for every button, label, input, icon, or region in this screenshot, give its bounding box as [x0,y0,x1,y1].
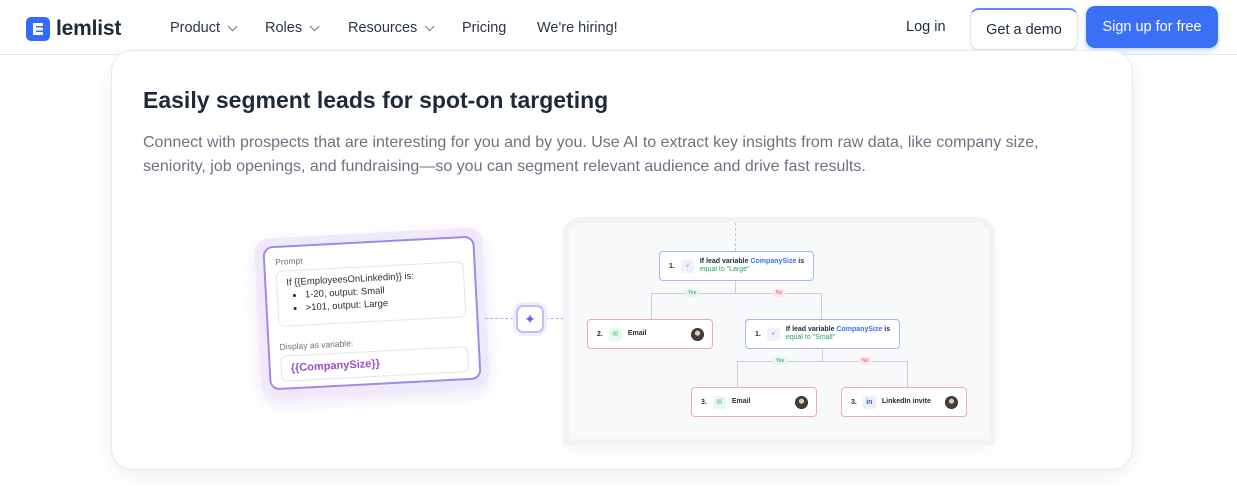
sparkle-icon: ✦ [516,305,544,333]
nav-item-label: Product [170,20,220,36]
get-demo-button[interactable]: Get a demo [970,8,1078,50]
node-text: If lead variable CompanySize is equal to … [699,258,805,273]
prompt-textarea[interactable]: If {{EmployeesOnLinkedin}} is: 1-20, out… [275,261,467,327]
flow-connector [907,361,908,387]
chevron-down-icon [227,20,238,31]
flow-connector [821,293,822,319]
flow-connector [735,281,736,293]
logo-text: lemlist [56,17,122,40]
no-tag: No [773,289,786,297]
chevron-down-icon [424,20,435,31]
flow-connector [735,223,736,251]
flow-connector [651,293,821,294]
email-icon: ✉ [608,327,622,341]
linkedin-invite-node[interactable]: 3. in LinkedIn invite [841,387,967,417]
email-node[interactable]: 2. ✉ Email [587,319,713,349]
yes-tag: Yes [773,357,788,365]
node-number: 1. [755,330,761,338]
yes-tag: Yes [685,289,700,297]
nav-item-label: Pricing [462,20,507,36]
ai-prompt-panel: Prompt If {{EmployeesOnLinkedin}} is: 1-… [253,227,491,399]
feature-card: Easily segment leads for spot-on targeti… [111,50,1133,470]
lemlist-logo-icon [26,17,50,41]
node-label: Email [627,330,647,337]
feature-description: Connect with prospects that are interest… [143,134,1039,175]
chevron-down-icon [309,20,320,31]
node-text: If lead variable CompanySize is equal to … [785,326,891,341]
feature-title: Easily segment leads for spot-on targeti… [143,87,609,113]
avatar [945,396,958,409]
prompt-label: Prompt [274,255,303,267]
node-number: 3. [851,398,857,406]
email-node[interactable]: 3. ✉ Email [691,387,817,417]
display-variable-label: Display as variable: [279,338,354,352]
flow-connector [737,361,738,387]
nav-item-label: Resources [348,20,418,36]
nav-item-label: We're hiring! [537,20,618,36]
flow-connector [737,361,907,362]
signup-button[interactable]: Sign up for free [1086,6,1218,48]
ai-prompt-card: Prompt If {{EmployeesOnLinkedin}} is: 1-… [262,235,482,391]
lemlist-logo[interactable]: lemlist [26,17,121,41]
top-navigation: lemlist Product Roles Resources Pricing … [0,0,1237,55]
node-number: 2. [597,330,603,338]
condition-node-large[interactable]: 1. ⑂ If lead variable CompanySize is equa… [659,251,814,281]
nav-item-pricing[interactable]: Pricing [462,20,506,36]
nav-item-roles[interactable]: Roles [265,20,320,36]
flow-connector [651,293,652,319]
avatar [691,328,704,341]
branch-icon: ⑂ [766,327,780,341]
node-label: Email [731,398,751,405]
avatar [795,396,808,409]
flow-connector [822,349,823,361]
linkedin-icon: in [862,395,876,409]
no-tag: No [859,357,872,365]
condition-node-small[interactable]: 1. ⑂ If lead variable CompanySize is equa… [745,319,900,349]
email-icon: ✉ [712,395,726,409]
node-number: 1. [669,262,675,270]
nav-item-product[interactable]: Product [170,20,238,36]
nav-item-label: Roles [265,20,303,36]
sequence-flow-panel: 1. ⑂ If lead variable CompanySize is equa… [569,223,989,439]
login-button[interactable]: Log in [906,19,946,35]
branch-icon: ⑂ [680,259,694,273]
variable-field[interactable]: {{CompanySize}} [280,346,470,382]
node-label: LinkedIn invite [881,398,931,405]
node-number: 3. [701,398,707,406]
nav-item-hiring[interactable]: We're hiring! [537,20,618,36]
nav-item-resources[interactable]: Resources [348,20,435,36]
